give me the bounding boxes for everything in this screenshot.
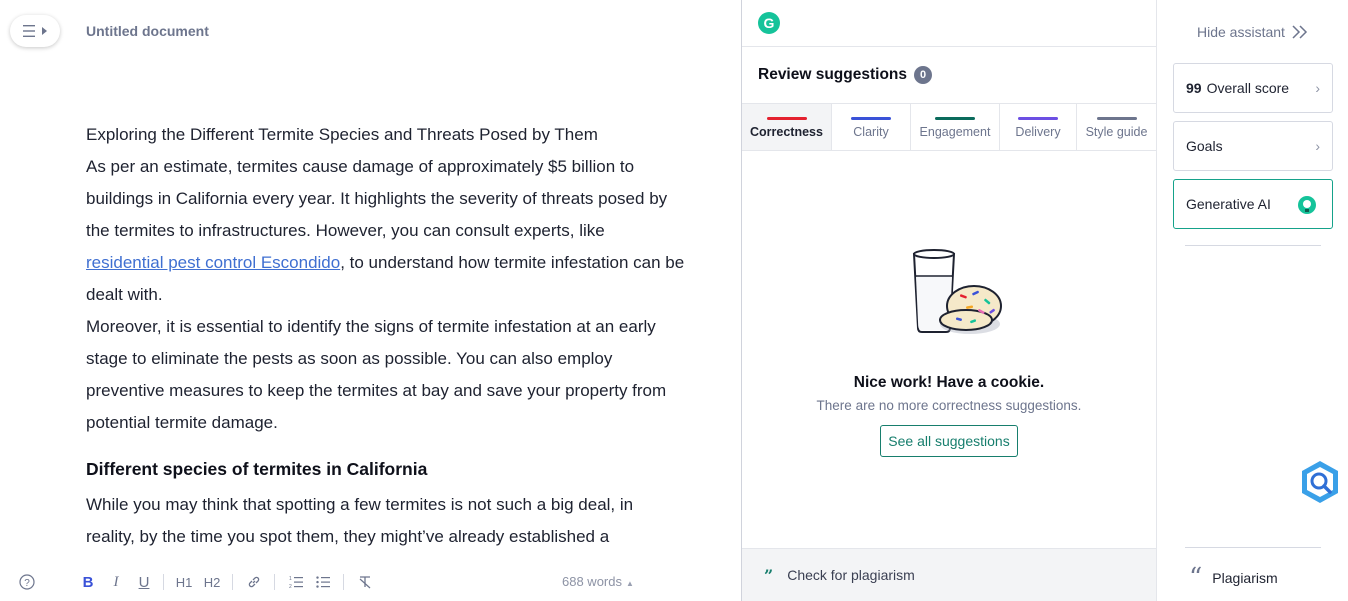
tab-label: Engagement: [919, 125, 991, 139]
caret-up-icon: ▲: [625, 579, 634, 588]
suggestion-count-badge: 0: [914, 66, 933, 84]
tab-label: Clarity: [853, 125, 889, 139]
sidebar-divider: [1185, 245, 1321, 246]
tab-label: Style guide: [1085, 125, 1148, 139]
toolbar-divider: [274, 574, 275, 590]
clear-format-icon: [359, 576, 371, 589]
plagiarism-sidebar-button[interactable]: “ Plagiarism: [1189, 563, 1278, 593]
check-plagiarism-button[interactable]: ” Check for plagiarism: [742, 548, 1156, 601]
underline-button[interactable]: U: [134, 566, 154, 598]
quote-icon: “: [1189, 563, 1203, 593]
heading1-button[interactable]: H1: [173, 566, 195, 598]
pest-control-link[interactable]: residential pest control Escondido: [86, 253, 340, 272]
chevron-right-icon: ›: [1315, 80, 1320, 96]
assistant-sidebar: Hide assistant 99 Overall score › Goals …: [1157, 0, 1348, 601]
tab-color-bar: [1018, 117, 1058, 120]
overall-score-card[interactable]: 99 Overall score ›: [1173, 63, 1333, 113]
doc-heading[interactable]: Different species of termites in Califor…: [86, 453, 686, 485]
svg-text:2: 2: [289, 584, 292, 589]
caret-right-icon: [42, 27, 47, 35]
check-plagiarism-label: Check for plagiarism: [787, 567, 915, 583]
empty-state-title: Nice work! Have a cookie.: [853, 374, 1045, 391]
tab-color-bar: [851, 117, 891, 120]
ordered-list-icon: 1 2: [289, 576, 303, 589]
toolbar-divider: [163, 574, 164, 590]
tab-label: Correctness: [750, 125, 823, 139]
bullet-list-button[interactable]: [312, 566, 334, 598]
toolbar-divider: [232, 574, 233, 590]
italic-button[interactable]: I: [106, 566, 126, 598]
help-icon: ?: [19, 574, 35, 590]
document-body[interactable]: Exploring the Different Termite Species …: [86, 119, 686, 553]
goals-card[interactable]: Goals ›: [1173, 121, 1333, 171]
empty-state: Nice work! Have a cookie. There are no m…: [742, 240, 1156, 457]
help-button[interactable]: ?: [16, 566, 38, 598]
tab-delivery[interactable]: Delivery: [1000, 104, 1077, 150]
generative-ai-label: Generative AI: [1186, 196, 1271, 212]
plagiarism-label: Plagiarism: [1212, 570, 1278, 586]
tab-label: Delivery: [1015, 125, 1061, 139]
paragraph-text: As per an estimate, termites cause damag…: [86, 157, 668, 240]
see-all-suggestions-button[interactable]: See all suggestions: [880, 425, 1018, 457]
hamburger-menu-button[interactable]: [10, 15, 60, 47]
chevron-right-icon: ›: [1315, 138, 1320, 154]
quote-icon: ”: [764, 565, 774, 585]
milk-and-cookies-icon: [912, 249, 1002, 334]
tab-color-bar: [935, 117, 975, 120]
tab-color-bar: [766, 117, 807, 120]
tab-engagement[interactable]: Engagement: [911, 104, 1000, 150]
review-suggestions-title: Review suggestions: [758, 66, 908, 83]
panel-header: G: [742, 0, 1156, 47]
grammarly-logo-icon: G: [758, 12, 780, 34]
word-count[interactable]: 688 words ▲: [562, 574, 634, 589]
hide-assistant-label: Hide assistant: [1197, 24, 1285, 40]
bold-button[interactable]: B: [78, 566, 98, 598]
svg-text:?: ?: [24, 578, 30, 589]
formatting-toolbar: ? B I U H1 H2 1 2 688 words ▲: [0, 566, 741, 601]
tab-color-bar: [1096, 117, 1137, 120]
doc-paragraph-intro[interactable]: As per an estimate, termites cause damag…: [86, 151, 686, 311]
ordered-list-button[interactable]: 1 2: [285, 566, 307, 598]
doc-paragraph-while[interactable]: While you may think that spotting a few …: [86, 489, 686, 553]
toolbar-divider: [343, 574, 344, 590]
tab-correctness[interactable]: Correctness: [742, 104, 832, 150]
overall-score-label: Overall score: [1206, 80, 1290, 96]
svg-text:1: 1: [289, 576, 292, 582]
doc-paragraph-moreover[interactable]: Moreover, it is essential to identify th…: [86, 311, 686, 439]
generative-ai-card[interactable]: Generative AI: [1173, 179, 1333, 229]
double-chevron-right-icon: [1292, 25, 1307, 39]
heading2-button[interactable]: H2: [201, 566, 223, 598]
editor-pane: Untitled document Exploring the Differen…: [0, 0, 741, 601]
tab-style-guide[interactable]: Style guide: [1077, 104, 1156, 150]
clear-format-button[interactable]: [354, 566, 376, 598]
goals-label: Goals: [1186, 138, 1223, 154]
tab-clarity[interactable]: Clarity: [832, 104, 911, 150]
sidebar-divider: [1185, 547, 1321, 548]
bullet-list-icon: [316, 576, 330, 588]
review-suggestions-header: Review suggestions 0: [758, 66, 933, 84]
empty-state-subtitle: There are no more correctness suggestion…: [816, 398, 1082, 413]
doc-paragraph-title[interactable]: Exploring the Different Termite Species …: [86, 119, 686, 151]
lightbulb-icon: [1298, 196, 1316, 214]
suggestion-category-tabs: Correctness Clarity Engagement Delivery …: [742, 103, 1156, 151]
word-count-label: 688 words: [562, 574, 622, 589]
suggestions-panel: G Review suggestions 0 Correctness Clari…: [741, 0, 1157, 601]
hide-assistant-button[interactable]: Hide assistant: [1197, 24, 1309, 40]
assistant-search-bot-icon[interactable]: [1297, 459, 1343, 505]
link-icon: [248, 576, 260, 588]
link-button[interactable]: [243, 566, 265, 598]
hamburger-menu-icon: [23, 25, 35, 37]
document-title[interactable]: Untitled document: [86, 23, 209, 39]
overall-score-value: 99: [1186, 80, 1202, 96]
